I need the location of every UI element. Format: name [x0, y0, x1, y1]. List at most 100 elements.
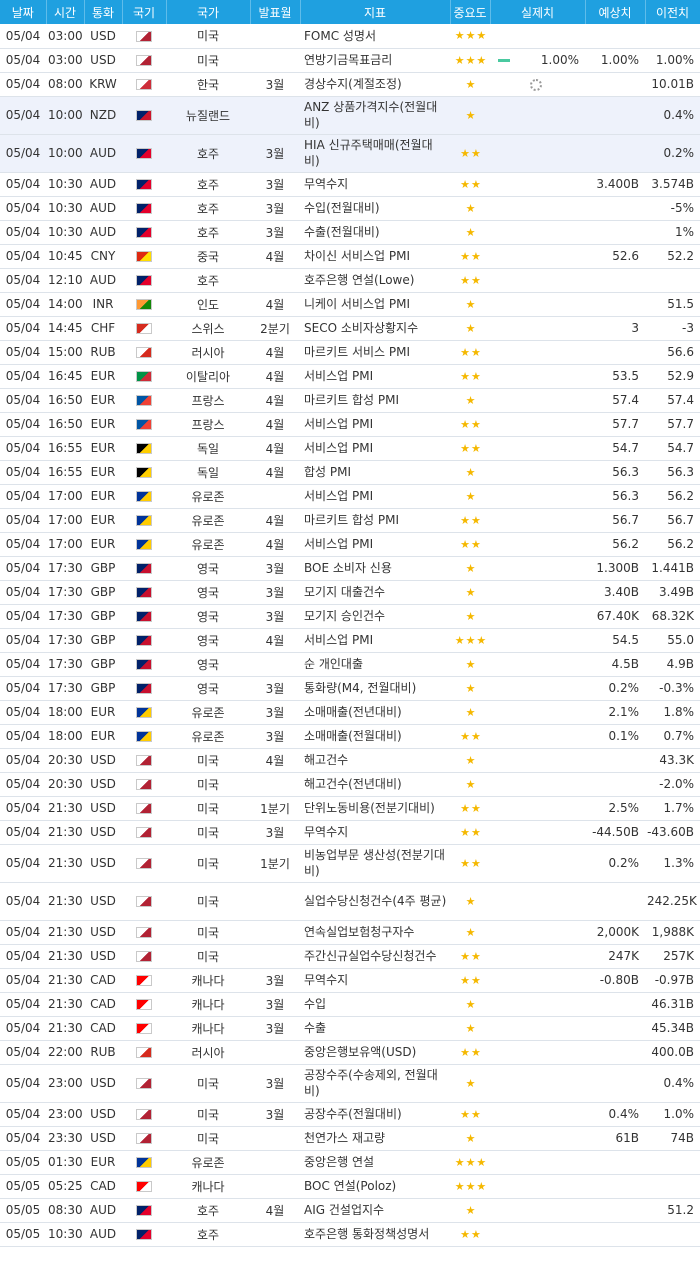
- event-row[interactable]: 05/04 18:00 EUR 유로존 3월 소매매출(전월대비) ★★ 0.1% 0.7%: [0, 724, 700, 749]
- col-currency-header[interactable]: 통화: [84, 0, 123, 24]
- event-indicator[interactable]: AIG 건설업지수: [300, 1198, 450, 1223]
- col-importance-header[interactable]: 중요도: [450, 0, 491, 24]
- event-row[interactable]: 05/04 16:55 EUR 독일 4월 합성 PMI ★ 56.3 56.3: [0, 460, 700, 485]
- col-previous-header[interactable]: 이전치: [645, 0, 700, 24]
- event-indicator[interactable]: 순 개인대출: [300, 652, 450, 677]
- col-period-header[interactable]: 발표월: [250, 0, 301, 24]
- event-indicator[interactable]: 주간신규실업수당신청건수: [300, 944, 450, 969]
- event-indicator[interactable]: 마르키트 서비스 PMI: [300, 340, 450, 365]
- event-indicator[interactable]: 해고건수(전년대비): [300, 772, 450, 797]
- event-row[interactable]: 05/04 17:30 GBP 영국 3월 모기지 대출건수 ★ 3.40B 3.49B: [0, 580, 700, 605]
- event-indicator[interactable]: 통화량(M4, 전월대비): [300, 676, 450, 701]
- event-indicator[interactable]: 서비스업 PMI: [300, 532, 450, 557]
- event-row[interactable]: 05/04 17:30 GBP 영국 순 개인대출 ★ 4.5B 4.9B: [0, 652, 700, 677]
- event-row[interactable]: 05/04 21:30 USD 미국 1분기 비농업부문 생산성(전분기대비) ★★ 0.2%…: [0, 844, 700, 883]
- event-indicator[interactable]: HIA 신규주택매매(전월대비): [300, 134, 450, 173]
- event-indicator[interactable]: 모기지 승인건수: [300, 604, 450, 629]
- event-row[interactable]: 05/04 21:30 USD 미국 주간신규실업수당신청건수 ★★ 247K 257K: [0, 944, 700, 969]
- event-row[interactable]: 05/04 18:00 EUR 유로존 3월 소매매출(전년대비) ★ 2.1% 1.8%: [0, 700, 700, 725]
- event-indicator[interactable]: 중앙은행보유액(USD): [300, 1040, 450, 1065]
- event-row[interactable]: 05/04 17:30 GBP 영국 4월 서비스업 PMI ★★★ 54.5 55.0: [0, 628, 700, 653]
- event-indicator[interactable]: 무역수지: [300, 172, 450, 197]
- event-row[interactable]: 05/04 21:30 CAD 캐나다 3월 수입 ★ 46.31B: [0, 992, 700, 1017]
- event-row[interactable]: 05/04 03:00 USD 미국 연방기금목표금리 ★★★ 1.00% 1.00% 1.00…: [0, 48, 700, 73]
- event-indicator[interactable]: 무역수지: [300, 968, 450, 993]
- event-row[interactable]: 05/04 23:00 USD 미국 3월 공장수주(전월대비) ★★ 0.4% 1.0%: [0, 1102, 700, 1127]
- event-indicator[interactable]: 수출: [300, 1016, 450, 1041]
- event-row[interactable]: 05/04 10:00 NZD 뉴질랜드 ANZ 상품가격지수(전월대비) ★ 0.4%: [0, 96, 700, 135]
- event-indicator[interactable]: 무역수지: [300, 820, 450, 845]
- event-row[interactable]: 05/04 20:30 USD 미국 해고건수(전년대비) ★ -2.0%: [0, 772, 700, 797]
- event-row[interactable]: 05/04 21:30 USD 미국 연속실업보험청구자수 ★ 2,000K 1,988K: [0, 920, 700, 945]
- event-indicator[interactable]: 서비스업 PMI: [300, 364, 450, 389]
- event-row[interactable]: 05/04 17:30 GBP 영국 3월 BOE 소비자 신용 ★ 1.300B 1.441B: [0, 556, 700, 581]
- event-indicator[interactable]: 소매매출(전월대비): [300, 724, 450, 749]
- event-indicator[interactable]: 공장수주(전월대비): [300, 1102, 450, 1127]
- event-row[interactable]: 05/05 10:30 AUD 호주 호주은행 통화정책성명서 ★★: [0, 1222, 700, 1247]
- event-indicator[interactable]: 마르키트 합성 PMI: [300, 388, 450, 413]
- event-row[interactable]: 05/04 21:30 USD 미국 실업수당신청건수(4주 평균) ★ 242.25K: [0, 882, 700, 921]
- event-row[interactable]: 05/04 16:45 EUR 이탈리아 4월 서비스업 PMI ★★ 53.5 52.9: [0, 364, 700, 389]
- col-date-header[interactable]: 날짜: [0, 0, 47, 24]
- event-row[interactable]: 05/04 15:00 RUB 러시아 4월 마르키트 서비스 PMI ★★ 56.6: [0, 340, 700, 365]
- event-row[interactable]: 05/04 17:00 EUR 유로존 서비스업 PMI ★ 56.3 56.2: [0, 484, 700, 509]
- event-indicator[interactable]: 경상수지(계절조정): [300, 72, 450, 97]
- event-row[interactable]: 05/04 10:30 AUD 호주 3월 무역수지 ★★ 3.400B 3.574B: [0, 172, 700, 197]
- event-row[interactable]: 05/04 21:30 CAD 캐나다 3월 수출 ★ 45.34B: [0, 1016, 700, 1041]
- event-indicator[interactable]: 모기지 대출건수: [300, 580, 450, 605]
- event-indicator[interactable]: 해고건수: [300, 748, 450, 773]
- event-indicator[interactable]: 서비스업 PMI: [300, 412, 450, 437]
- event-indicator[interactable]: 합성 PMI: [300, 460, 450, 485]
- event-indicator[interactable]: 연속실업보험청구자수: [300, 920, 450, 945]
- event-indicator[interactable]: BOC 연설(Poloz): [300, 1174, 450, 1199]
- col-indicator-header[interactable]: 지표: [300, 0, 451, 24]
- event-row[interactable]: 05/04 16:50 EUR 프랑스 4월 서비스업 PMI ★★ 57.7 57.7: [0, 412, 700, 437]
- event-indicator[interactable]: 수출(전월대비): [300, 220, 450, 245]
- event-indicator[interactable]: 호주은행 연설(Lowe): [300, 268, 450, 293]
- event-indicator[interactable]: 연방기금목표금리: [300, 48, 450, 73]
- event-indicator[interactable]: BOE 소비자 신용: [300, 556, 450, 581]
- event-row[interactable]: 05/04 22:00 RUB 러시아 중앙은행보유액(USD) ★★ 400.0B: [0, 1040, 700, 1065]
- event-indicator[interactable]: 서비스업 PMI: [300, 628, 450, 653]
- event-indicator[interactable]: 소매매출(전년대비): [300, 700, 450, 725]
- event-row[interactable]: 05/04 17:00 EUR 유로존 4월 서비스업 PMI ★★ 56.2 56.2: [0, 532, 700, 557]
- event-indicator[interactable]: 차이신 서비스업 PMI: [300, 244, 450, 269]
- event-row[interactable]: 05/04 10:00 AUD 호주 3월 HIA 신규주택매매(전월대비) ★★ 0.2%: [0, 134, 700, 173]
- event-row[interactable]: 05/05 01:30 EUR 유로존 중앙은행 연설 ★★★: [0, 1150, 700, 1175]
- event-indicator[interactable]: 니케이 서비스업 PMI: [300, 292, 450, 317]
- event-row[interactable]: 05/04 21:30 CAD 캐나다 3월 무역수지 ★★ -0.80B -0.97B: [0, 968, 700, 993]
- event-row[interactable]: 05/04 03:00 USD 미국 FOMC 성명서 ★★★: [0, 24, 700, 49]
- col-flag-header[interactable]: 국기: [122, 0, 167, 24]
- event-row[interactable]: 05/04 16:55 EUR 독일 4월 서비스업 PMI ★★ 54.7 54.7: [0, 436, 700, 461]
- event-indicator[interactable]: FOMC 성명서: [300, 24, 450, 49]
- col-time-header[interactable]: 시간: [46, 0, 85, 24]
- event-row[interactable]: 05/04 17:00 EUR 유로존 4월 마르키트 합성 PMI ★★ 56.7 56.7: [0, 508, 700, 533]
- event-row[interactable]: 05/04 10:30 AUD 호주 3월 수출(전월대비) ★ 1%: [0, 220, 700, 245]
- event-row[interactable]: 05/04 17:30 GBP 영국 3월 통화량(M4, 전월대비) ★ 0.2% -0.3%: [0, 676, 700, 701]
- event-row[interactable]: 05/04 10:45 CNY 중국 4월 차이신 서비스업 PMI ★★ 52.6 52.2: [0, 244, 700, 269]
- event-row[interactable]: 05/04 10:30 AUD 호주 3월 수입(전월대비) ★ -5%: [0, 196, 700, 221]
- col-actual-header[interactable]: 실제치: [490, 0, 586, 24]
- event-indicator[interactable]: 서비스업 PMI: [300, 436, 450, 461]
- col-forecast-header[interactable]: 예상치: [585, 0, 646, 24]
- event-indicator[interactable]: 중앙은행 연설: [300, 1150, 450, 1175]
- event-indicator[interactable]: 마르키트 합성 PMI: [300, 508, 450, 533]
- event-row[interactable]: 05/04 08:00 KRW 한국 3월 경상수지(계절조정) ★ 10.01B: [0, 72, 700, 97]
- event-indicator[interactable]: 호주은행 통화정책성명서: [300, 1222, 450, 1247]
- event-row[interactable]: 05/05 05:25 CAD 캐나다 BOC 연설(Poloz) ★★★: [0, 1174, 700, 1199]
- event-indicator[interactable]: 수입(전월대비): [300, 196, 450, 221]
- event-row[interactable]: 05/05 08:30 AUD 호주 4월 AIG 건설업지수 ★ 51.2: [0, 1198, 700, 1223]
- event-row[interactable]: 05/04 23:00 USD 미국 3월 공장수주(수송제외, 전월대비) ★ 0.4%: [0, 1064, 700, 1103]
- event-row[interactable]: 05/04 20:30 USD 미국 4월 해고건수 ★ 43.3K: [0, 748, 700, 773]
- event-row[interactable]: 05/04 14:00 INR 인도 4월 니케이 서비스업 PMI ★ 51.5: [0, 292, 700, 317]
- event-row[interactable]: 05/04 14:45 CHF 스위스 2분기 SECO 소비자상황지수 ★ 3 -3: [0, 316, 700, 341]
- event-row[interactable]: 05/04 23:30 USD 미국 천연가스 재고량 ★ 61B 74B: [0, 1126, 700, 1151]
- event-row[interactable]: 05/04 21:30 USD 미국 1분기 단위노동비용(전분기대비) ★★ 2.5% 1.7…: [0, 796, 700, 821]
- event-indicator[interactable]: 실업수당신청건수(4주 평균): [300, 882, 450, 921]
- event-indicator[interactable]: 수입: [300, 992, 450, 1017]
- event-indicator[interactable]: 공장수주(수송제외, 전월대비): [300, 1064, 450, 1103]
- event-indicator[interactable]: 단위노동비용(전분기대비): [300, 796, 450, 821]
- event-row[interactable]: 05/04 12:10 AUD 호주 호주은행 연설(Lowe) ★★: [0, 268, 700, 293]
- event-indicator[interactable]: 서비스업 PMI: [300, 484, 450, 509]
- event-indicator[interactable]: 천연가스 재고량: [300, 1126, 450, 1151]
